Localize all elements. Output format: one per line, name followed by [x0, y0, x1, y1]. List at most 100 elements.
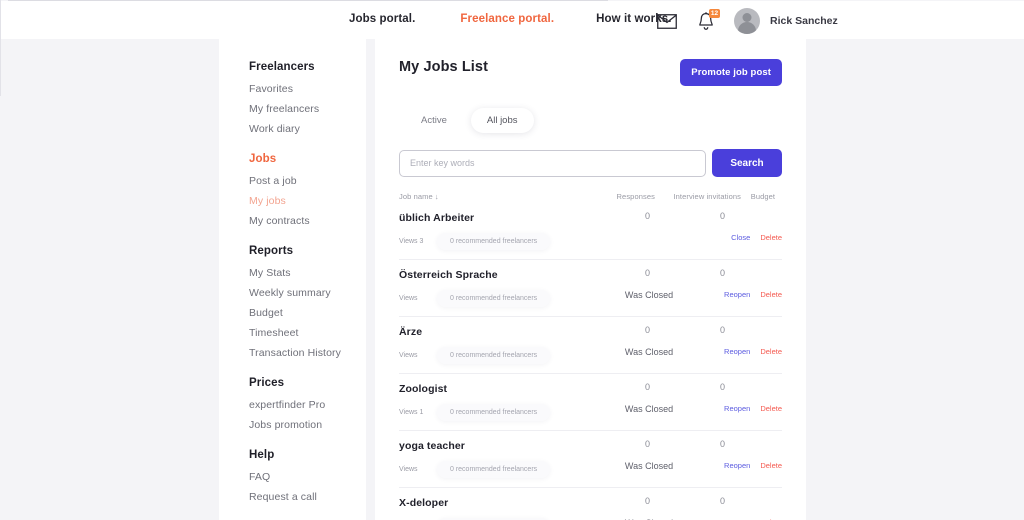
table-row[interactable]: üblich Arbeiter Views 3 0 recommended fr… [399, 203, 782, 260]
job-responses-count: 0 [611, 325, 684, 335]
sidebar-item-favorites[interactable]: Favorites [249, 83, 366, 95]
mail-icon[interactable] [656, 10, 678, 32]
sidebar-heading-reports: Reports [249, 245, 366, 257]
job-title[interactable]: üblich Arbeiter [399, 212, 474, 224]
main-content: My Jobs List Promote job post Active All… [375, 39, 806, 520]
recommended-freelancers-pill[interactable]: 0 recommended freelancers [437, 290, 550, 307]
job-title[interactable]: X-deloper [399, 497, 448, 509]
sidebar-group-reports: Reports My Stats Weekly summary Budget T… [249, 245, 366, 359]
reopen-job-link[interactable]: Reopen [724, 404, 750, 413]
job-status: Was Closed [604, 290, 694, 300]
sidebar-item-timesheet[interactable]: Timesheet [249, 327, 366, 339]
close-job-link[interactable]: Close [731, 233, 750, 242]
table-row[interactable]: X-deloper Views 0 recommended freelancer… [399, 488, 782, 520]
search-row: Search [399, 149, 782, 177]
top-navigation-bar: Jobs portal. Freelance portal. How it wo… [1, 1, 1024, 39]
delete-job-link[interactable]: Delete [760, 290, 782, 299]
sidebar-item-budget[interactable]: Budget [249, 307, 366, 319]
sidebar-item-post-a-job[interactable]: Post a job [249, 175, 366, 187]
page-body: Freelancers Favorites My freelancers Wor… [1, 39, 1024, 520]
sidebar-item-request-a-call[interactable]: Request a call [249, 491, 366, 503]
sidebar-item-my-jobs[interactable]: My jobs [249, 195, 366, 207]
sidebar-item-my-contracts[interactable]: My contracts [249, 215, 366, 227]
job-title[interactable]: Zoologist [399, 383, 447, 395]
search-input[interactable] [399, 150, 706, 177]
job-meta: Views 0 recommended freelancers [399, 461, 550, 478]
job-responses-count: 0 [611, 268, 684, 278]
recommended-freelancers-pill[interactable]: 0 recommended freelancers [437, 233, 550, 250]
recommended-freelancers-pill[interactable]: 0 recommended freelancers [437, 461, 550, 478]
sidebar-item-expertfinder-pro[interactable]: expertfinder Pro [249, 399, 366, 411]
column-header-budget: Budget [744, 192, 782, 201]
job-invitations-count: 0 [684, 496, 761, 506]
recommended-freelancers-pill[interactable]: 0 recommended freelancers [437, 404, 550, 421]
sidebar-group-help: Help FAQ Request a call [249, 449, 366, 503]
job-meta: Views 0 recommended freelancers [399, 290, 550, 307]
sidebar-group-freelancers: Freelancers Favorites My freelancers Wor… [249, 61, 366, 135]
job-invitations-count: 0 [684, 439, 761, 449]
job-status: Was Closed [604, 347, 694, 357]
delete-job-link[interactable]: Delete [760, 233, 782, 242]
tab-active[interactable]: Active [405, 108, 463, 133]
job-invitations-count: 0 [684, 325, 761, 335]
bell-icon[interactable]: 12 [695, 10, 717, 32]
reopen-job-link[interactable]: Reopen [724, 347, 750, 356]
sidebar-item-transaction-history[interactable]: Transaction History [249, 347, 366, 359]
sidebar-heading-freelancers: Freelancers [249, 61, 366, 73]
table-row[interactable]: Ärze Views 0 recommended freelancers 0 0… [399, 317, 782, 374]
job-responses-count: 0 [611, 382, 684, 392]
reopen-job-link[interactable]: Reopen [724, 290, 750, 299]
promote-job-post-button[interactable]: Promote job post [680, 59, 782, 86]
sidebar-item-faq[interactable]: FAQ [249, 471, 366, 483]
sidebar-item-jobs-promotion[interactable]: Jobs promotion [249, 419, 366, 431]
job-responses-count: 0 [611, 211, 684, 221]
job-views: Views [399, 295, 437, 302]
column-header-interview-invitations: Interview invitations [671, 192, 744, 201]
job-responses-count: 0 [611, 439, 684, 449]
job-title[interactable]: yoga teacher [399, 440, 465, 452]
job-invitations-count: 0 [684, 382, 761, 392]
column-header-responses: Responses [601, 192, 671, 201]
table-row[interactable]: Österreich Sprache Views 0 recommended f… [399, 260, 782, 317]
delete-job-link[interactable]: Delete [760, 347, 782, 356]
sidebar-heading-prices: Prices [249, 377, 366, 389]
nav-link-jobs-portal[interactable]: Jobs portal. [349, 13, 415, 25]
job-status: Was Closed [604, 404, 694, 414]
sidebar-item-my-stats[interactable]: My Stats [249, 267, 366, 279]
table-row[interactable]: yoga teacher Views 0 recommended freelan… [399, 431, 782, 488]
delete-job-link[interactable]: Delete [760, 461, 782, 470]
delete-job-link[interactable]: Delete [760, 404, 782, 413]
main-nav: Jobs portal. Freelance portal. How it wo… [349, 13, 672, 25]
job-actions: Reopen Delete [724, 404, 782, 413]
jobs-table-body: üblich Arbeiter Views 3 0 recommended fr… [399, 203, 782, 520]
sidebar-group-jobs: Jobs Post a job My jobs My contracts [249, 153, 366, 227]
job-meta: Views 3 0 recommended freelancers [399, 233, 550, 250]
column-header-job-name[interactable]: Job name ↓ [399, 192, 601, 201]
job-responses-count: 0 [611, 496, 684, 506]
tab-all-jobs[interactable]: All jobs [471, 108, 534, 133]
search-button[interactable]: Search [712, 149, 782, 177]
recommended-freelancers-pill[interactable]: 0 recommended freelancers [437, 347, 550, 364]
notification-badge: 12 [709, 9, 720, 18]
job-meta: Views 1 0 recommended freelancers [399, 404, 550, 421]
avatar[interactable] [734, 8, 760, 34]
reopen-job-link[interactable]: Reopen [724, 461, 750, 470]
job-meta: Views 0 recommended freelancers [399, 347, 550, 364]
job-actions: Reopen Delete [724, 461, 782, 470]
job-actions: Close Delete [731, 233, 782, 242]
content-header: My Jobs List Promote job post [399, 59, 782, 86]
sidebar-item-my-freelancers[interactable]: My freelancers [249, 103, 366, 115]
sidebar-item-weekly-summary[interactable]: Weekly summary [249, 287, 366, 299]
job-views: Views 1 [399, 409, 437, 416]
sidebar-heading-jobs[interactable]: Jobs [249, 153, 366, 165]
job-status: Was Closed [604, 461, 694, 471]
job-actions: Reopen Delete [724, 290, 782, 299]
sidebar-item-work-diary[interactable]: Work diary [249, 123, 366, 135]
table-row[interactable]: Zoologist Views 1 0 recommended freelanc… [399, 374, 782, 431]
username-label[interactable]: Rick Sanchez [770, 15, 838, 27]
nav-link-freelance-portal[interactable]: Freelance portal. [460, 13, 554, 25]
top-right-actions: 12 Rick Sanchez [656, 8, 838, 34]
job-title[interactable]: Österreich Sprache [399, 269, 498, 281]
job-title[interactable]: Ärze [399, 326, 422, 338]
sidebar-heading-help: Help [249, 449, 366, 461]
